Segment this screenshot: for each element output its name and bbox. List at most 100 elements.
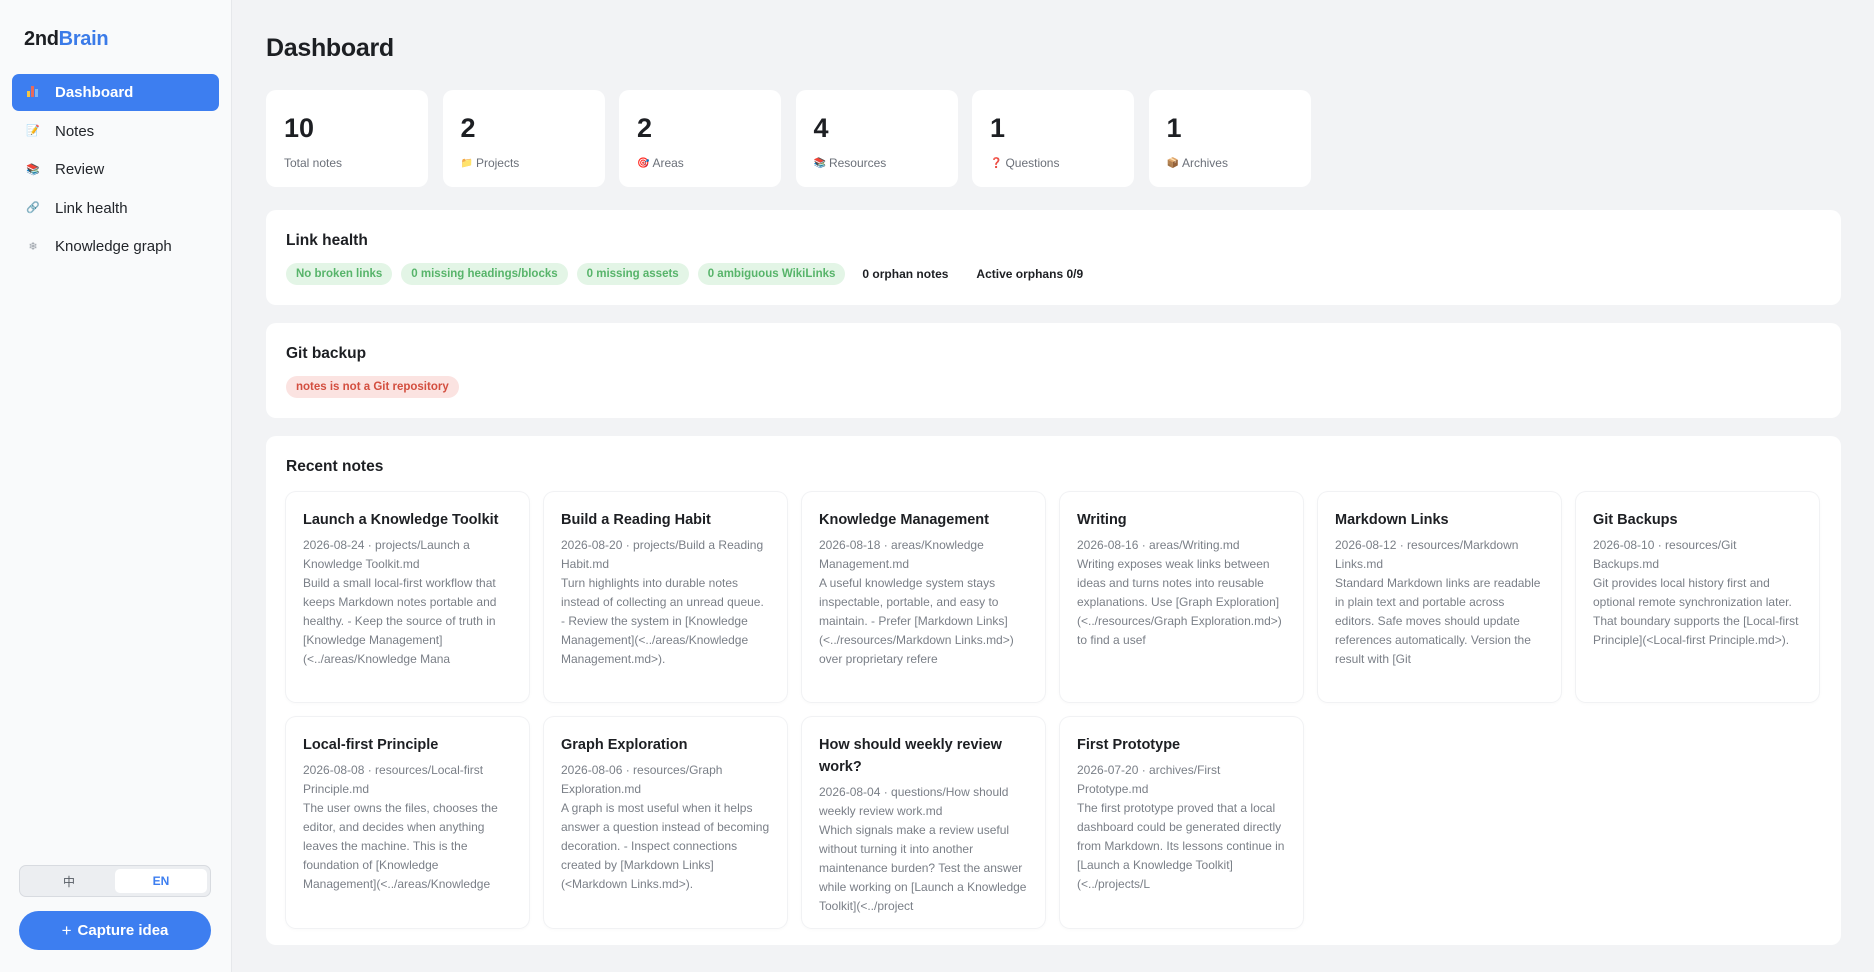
note-meta: 2026-08-08 · resources/Local-first Princ… bbox=[303, 763, 484, 796]
stat-value: 10 bbox=[284, 113, 315, 143]
note-card[interactable]: Knowledge Management 2026-08-18 · areas/K… bbox=[802, 492, 1045, 702]
note-meta: 2026-08-12 · resources/Markdown Links.md bbox=[1335, 538, 1519, 571]
note-excerpt: Git provides local history first and opt… bbox=[1593, 576, 1799, 647]
note-meta: 2026-08-10 · resources/Git Backups.md bbox=[1593, 538, 1737, 571]
app-logo[interactable]: 2ndBrain bbox=[24, 28, 109, 51]
note-excerpt: Build a small local-first workflow that … bbox=[303, 576, 497, 666]
note-card[interactable]: Build a Reading Habit 2026-08-20 · projec… bbox=[544, 492, 787, 702]
note-title: Launch a Knowledge Toolkit bbox=[303, 512, 499, 528]
note-meta: 2026-08-04 · questions/How should weekly… bbox=[819, 785, 1009, 818]
note-title: Graph Exploration bbox=[561, 737, 688, 753]
stats-row: 10 Total notes 2 📁 Projects 2 🎯 Areas 4 📚 R… bbox=[266, 90, 1325, 187]
link-icon: 🔗 bbox=[26, 202, 40, 214]
note-title: Git Backups bbox=[1593, 512, 1678, 528]
target-icon: 🎯 bbox=[637, 157, 650, 169]
status-badge: 0 ambiguous WikiLinks bbox=[697, 263, 846, 285]
note-excerpt: A graph is most useful when it helps ans… bbox=[561, 801, 770, 891]
sidebar-nav: Dashboard 📝 Notes 📚 Review 🔗 Link health… bbox=[12, 74, 219, 267]
sidebar-item-label: Knowledge graph bbox=[55, 238, 172, 255]
sidebar: 2ndBrain Dashboard 📝 Notes 📚 Review 🔗 Li… bbox=[0, 0, 232, 972]
sidebar-item-knowledge-graph[interactable]: ❄ Knowledge graph bbox=[12, 228, 219, 265]
box-icon: 📦 bbox=[1166, 157, 1179, 169]
bar-chart-icon bbox=[26, 85, 40, 100]
books-icon: 📚 bbox=[813, 157, 826, 169]
memo-icon: 📝 bbox=[26, 125, 40, 137]
note-excerpt: A useful knowledge system stays inspecta… bbox=[819, 576, 1014, 666]
recent-notes-title: Recent notes bbox=[286, 458, 384, 475]
folder-icon: 📁 bbox=[460, 157, 473, 169]
note-title: Writing bbox=[1077, 512, 1127, 528]
stat-label: Questions bbox=[1005, 156, 1060, 170]
git-status-badge: notes is not a Git repository bbox=[286, 376, 459, 398]
note-card[interactable]: Launch a Knowledge Toolkit 2026-08-24 · p… bbox=[286, 492, 529, 702]
stat-label: Resources bbox=[828, 156, 887, 170]
active-orphans-count: Active orphans 0/9 bbox=[976, 267, 1084, 281]
plus-icon: + bbox=[61, 920, 72, 940]
sidebar-item-label: Link health bbox=[55, 199, 128, 217]
stat-resources: 4 📚 Resources bbox=[795, 90, 958, 187]
note-meta: 2026-08-06 · resources/Graph Exploration… bbox=[561, 763, 723, 796]
page-title: Dashboard bbox=[266, 34, 394, 62]
stat-total-notes: 10 Total notes bbox=[266, 90, 428, 187]
git-backup-title: Git backup bbox=[286, 345, 367, 362]
note-meta: 2026-08-24 · projects/Launch a Knowledge… bbox=[303, 538, 470, 571]
note-excerpt: Which signals make a review useful witho… bbox=[819, 823, 1027, 913]
lang-option-zh[interactable]: 中 bbox=[23, 869, 115, 893]
sidebar-item-dashboard[interactable]: Dashboard bbox=[12, 74, 219, 111]
note-meta: 2026-08-16 · areas/Writing.md bbox=[1077, 538, 1240, 552]
sidebar-item-review[interactable]: 📚 Review bbox=[12, 151, 219, 188]
books-icon: 📚 bbox=[26, 163, 40, 176]
note-card[interactable]: Writing 2026-08-16 · areas/Writing.md Writ… bbox=[1060, 492, 1303, 702]
sidebar-item-label: Notes bbox=[55, 122, 95, 140]
note-card[interactable]: How should weekly review work? 2026-08-04… bbox=[802, 717, 1045, 928]
git-backup-panel: Git backup notes is not a Git repository bbox=[266, 323, 1841, 418]
stat-value: 1 bbox=[1166, 113, 1182, 143]
note-excerpt: Writing exposes weak links between ideas… bbox=[1077, 557, 1282, 647]
note-title: Knowledge Management bbox=[819, 512, 989, 528]
note-title: Local-first Principle bbox=[303, 737, 439, 753]
language-toggle: 中 EN bbox=[19, 865, 211, 897]
snowflake-icon: ❄ bbox=[28, 240, 38, 253]
stat-questions: 1 ❓ Questions bbox=[972, 90, 1134, 187]
status-badge: 0 missing headings/blocks bbox=[401, 263, 568, 285]
status-badge: No broken links bbox=[286, 263, 393, 285]
note-title: Build a Reading Habit bbox=[561, 512, 711, 528]
note-title: First Prototype bbox=[1077, 737, 1181, 753]
note-card[interactable]: First Prototype 2026-07-20 · archives/Fir… bbox=[1060, 717, 1303, 928]
stat-label: Total notes bbox=[284, 156, 343, 170]
note-excerpt: Turn highlights into durable notes inste… bbox=[561, 576, 764, 666]
stat-value: 1 bbox=[990, 113, 1006, 143]
note-card[interactable]: Local-first Principle 2026-08-08 · resour… bbox=[286, 717, 529, 928]
note-meta: 2026-07-20 · archives/First Prototype.md bbox=[1077, 763, 1221, 796]
note-card[interactable]: Git Backups 2026-08-10 · resources/Git Ba… bbox=[1576, 492, 1819, 702]
note-title: How should weekly review work? bbox=[819, 737, 1002, 775]
stat-label: Areas bbox=[652, 156, 684, 170]
orphan-notes-count: 0 orphan notes bbox=[862, 267, 949, 281]
note-excerpt: Standard Markdown links are readable in … bbox=[1335, 576, 1541, 666]
note-card[interactable]: Graph Exploration 2026-08-06 · resources/… bbox=[544, 717, 787, 928]
capture-idea-label: Capture idea bbox=[77, 922, 169, 939]
sidebar-item-link-health[interactable]: 🔗 Link health bbox=[12, 190, 219, 227]
question-icon: ❓ bbox=[990, 157, 1003, 169]
sidebar-item-label: Review bbox=[55, 161, 105, 178]
link-health-title: Link health bbox=[286, 232, 368, 249]
stat-value: 2 bbox=[637, 113, 653, 143]
note-meta: 2026-08-20 · projects/Build a Reading Ha… bbox=[561, 538, 764, 571]
stat-archives: 1 📦 Archives bbox=[1148, 90, 1311, 187]
note-meta: 2026-08-18 · areas/Knowledge Management.… bbox=[819, 538, 984, 571]
note-excerpt: The user owns the files, chooses the edi… bbox=[303, 801, 498, 891]
note-card[interactable]: Markdown Links 2026-08-12 · resources/Mar… bbox=[1318, 492, 1561, 702]
note-title: Markdown Links bbox=[1335, 512, 1449, 528]
lang-option-en[interactable]: EN bbox=[115, 869, 207, 893]
capture-idea-button[interactable]: + Capture idea bbox=[19, 911, 211, 950]
stat-value: 2 bbox=[460, 113, 476, 143]
sidebar-item-label: Dashboard bbox=[55, 84, 134, 101]
stat-areas: 2 🎯 Areas bbox=[619, 90, 781, 187]
stat-label: Projects bbox=[475, 156, 520, 170]
stat-value: 4 bbox=[813, 113, 829, 143]
stat-label: Archives bbox=[1181, 156, 1228, 170]
link-health-panel: Link health No broken links 0 missing he… bbox=[266, 210, 1841, 305]
status-badge: 0 missing assets bbox=[576, 263, 689, 285]
stat-projects: 2 📁 Projects bbox=[442, 90, 605, 187]
sidebar-item-notes[interactable]: 📝 Notes bbox=[12, 113, 219, 150]
